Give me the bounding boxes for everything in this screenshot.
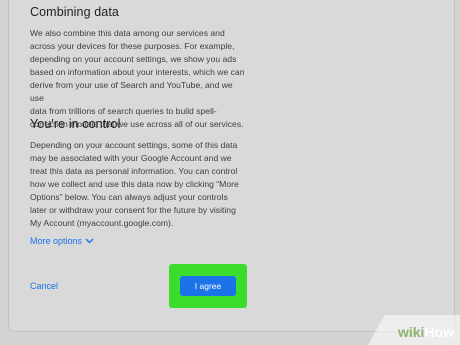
more-options-link[interactable]: More options: [30, 236, 94, 246]
wikihow-watermark: wiki How: [368, 315, 460, 345]
text-line: derive from your use of Search and YouTu…: [30, 80, 233, 103]
text-line: My Account (myaccount.google.com).: [30, 218, 174, 228]
youre-in-control-text: Depending on your account settings, some…: [30, 139, 245, 230]
youre-in-control-heading: You're in control: [30, 117, 121, 131]
text-line: We also combine this data among our serv…: [30, 28, 225, 38]
cancel-button[interactable]: Cancel: [30, 281, 58, 291]
text-line: treat this data as personal information.…: [30, 166, 238, 176]
text-line: may be associated with your Google Accou…: [30, 153, 232, 163]
i-agree-button[interactable]: I agree: [180, 276, 236, 296]
text-line: later or withdraw your consent for the f…: [30, 205, 236, 215]
text-line: depending on your account settings, we s…: [30, 54, 237, 64]
text-line: Depending on your account settings, some…: [30, 140, 238, 150]
highlight-box: I agree: [169, 264, 247, 308]
text-line: across your devices for these purposes. …: [30, 41, 235, 51]
text-line: Options” below. You can always adjust yo…: [30, 192, 228, 202]
combining-data-heading: Combining data: [30, 5, 119, 19]
watermark-wiki-text: wiki: [397, 324, 425, 340]
text-line: based on information about your interest…: [30, 67, 245, 77]
text-line: how we collect and use this data now by …: [30, 179, 239, 189]
combining-data-text: We also combine this data among our serv…: [30, 27, 245, 131]
chevron-down-icon: [85, 238, 94, 244]
more-options-label: More options: [30, 236, 83, 246]
watermark-how-text: How: [424, 324, 454, 340]
